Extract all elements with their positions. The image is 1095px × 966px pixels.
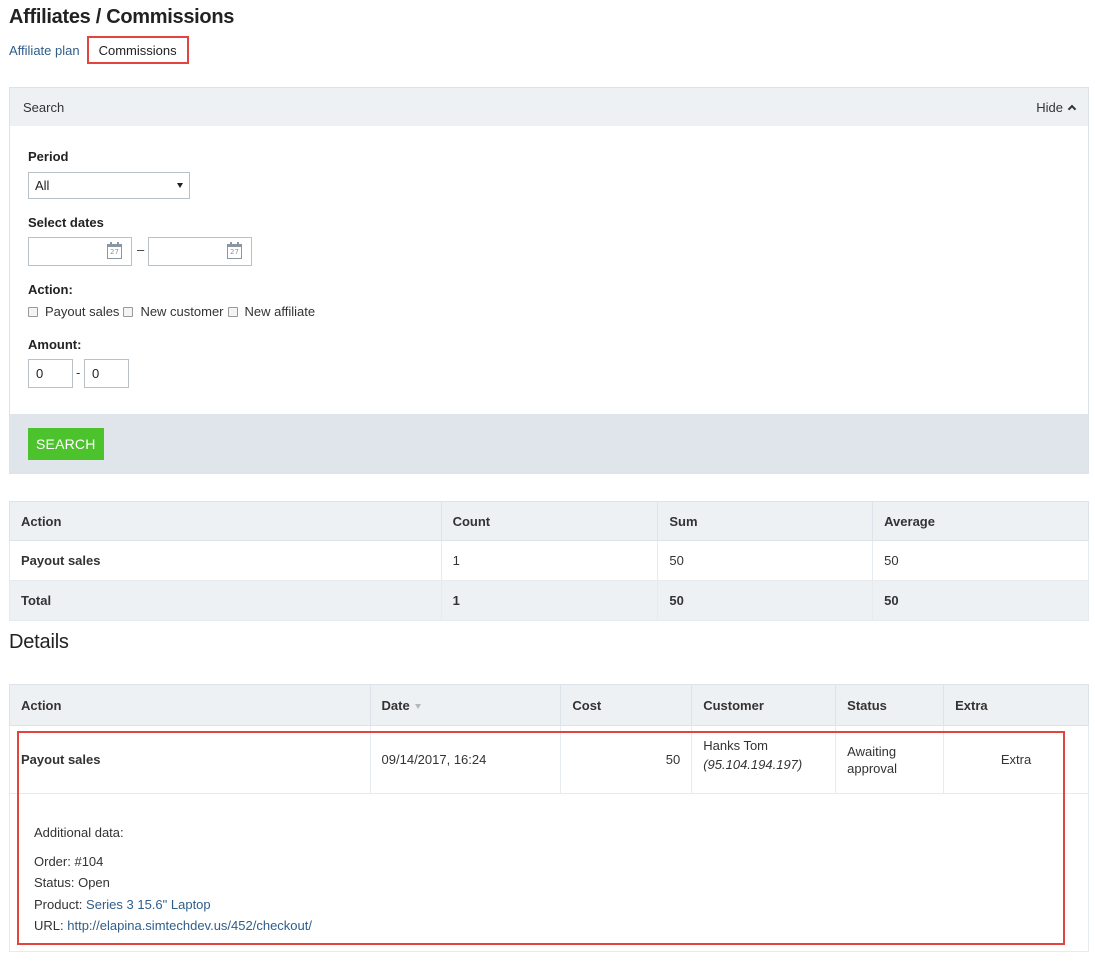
search-panel-header: Search Hide: [10, 88, 1088, 126]
tab-bar: Affiliate plan Commissions: [9, 36, 189, 64]
period-select[interactable]: All: [28, 172, 190, 199]
summary-count-cell: 1: [440, 540, 659, 581]
table-row: Payout sales 09/14/2017, 16:24 50 Hanks …: [9, 725, 1089, 794]
amount-separator: -: [76, 365, 81, 380]
column-header-cost: Cost: [560, 684, 693, 726]
date-from-input[interactable]: 27: [28, 237, 132, 266]
details-customer-cell: Hanks Tom (95.104.194.197): [691, 725, 837, 794]
summary-sum-cell: 50: [657, 540, 874, 581]
calendar-icon[interactable]: 27: [107, 242, 122, 259]
details-cost-cell: 50: [560, 725, 693, 794]
column-header-customer: Customer: [691, 684, 837, 726]
column-header-extra: Extra: [943, 684, 1089, 726]
search-button[interactable]: SEARCH: [28, 428, 104, 460]
tab-commissions[interactable]: Commissions: [86, 36, 189, 64]
hide-label: Hide: [1036, 99, 1063, 115]
hide-search-toggle[interactable]: Hide: [1036, 99, 1077, 115]
details-title: Details: [9, 631, 69, 653]
product-label: Product:: [34, 896, 83, 912]
payout-sales-label[interactable]: Payout sales: [45, 304, 119, 319]
period-select-value: All: [35, 178, 50, 193]
column-header-count: Count: [440, 501, 659, 541]
column-header-sum: Sum: [657, 501, 874, 541]
customer-ip: (95.104.194.197): [703, 757, 803, 772]
column-header-date[interactable]: Date: [369, 684, 562, 726]
search-panel: Search Hide Period All Select dates 27 –…: [9, 87, 1089, 474]
additional-data-title: Additional data:: [34, 825, 124, 840]
product-line: Product: Series 3 15.6" Laptop: [34, 894, 1088, 916]
new-affiliate-checkbox[interactable]: [227, 306, 238, 317]
amount-from-input[interactable]: 0: [28, 359, 73, 388]
period-label: Period: [28, 149, 69, 164]
amount-label: Amount:: [28, 337, 82, 352]
status-value: Open: [78, 875, 110, 890]
date-header-label: Date: [381, 697, 410, 713]
additional-data: Additional data: Order: #104 Status: Ope…: [10, 794, 1088, 951]
caret-down-icon: [177, 183, 183, 188]
url-line: URL: http://elapina.simtechdev.us/452/ch…: [34, 915, 1088, 937]
total-average-cell: 50: [872, 580, 1089, 621]
chevron-up-icon: [1067, 104, 1077, 114]
table-row: Payout sales 1 50 50: [9, 540, 1089, 581]
date-separator: –: [137, 242, 145, 257]
payout-sales-checkbox[interactable]: [28, 306, 38, 317]
url-link[interactable]: http://elapina.simtechdev.us/452/checkou…: [67, 918, 312, 933]
order-line: Order: #104: [34, 851, 1088, 873]
total-count-cell: 1: [440, 580, 659, 621]
product-link[interactable]: Series 3 15.6" Laptop: [86, 897, 211, 912]
tab-affiliate-plan[interactable]: Affiliate plan: [9, 43, 80, 58]
search-panel-title: Search: [23, 99, 65, 115]
calendar-icon[interactable]: 27: [227, 242, 242, 259]
extra-link[interactable]: Extra: [943, 725, 1089, 794]
date-to-input[interactable]: 27: [148, 237, 252, 266]
additional-data-cell: Additional data: Order: #104 Status: Ope…: [9, 793, 1089, 952]
select-dates-label: Select dates: [28, 215, 104, 230]
status-line: Status: Open: [34, 872, 1088, 894]
details-status-cell: Awaiting approval: [835, 725, 945, 794]
summary-table: Action Count Sum Average Payout sales 1 …: [9, 501, 1089, 621]
new-customer-label[interactable]: New customer: [140, 304, 223, 319]
customer-name: Hanks Tom: [703, 738, 769, 753]
amount-to-input[interactable]: 0: [84, 359, 129, 388]
details-header-row: Action Date Cost Customer Status Extra: [9, 684, 1089, 726]
column-header-action: Action: [9, 501, 442, 541]
order-label: Order:: [34, 853, 71, 869]
additional-data-row: Additional data: Order: #104 Status: Ope…: [9, 793, 1089, 952]
total-row: Total 1 50 50: [9, 580, 1089, 621]
column-header-action: Action: [9, 684, 371, 726]
total-label-cell: Total: [9, 580, 442, 621]
summary-header-row: Action Count Sum Average: [9, 501, 1089, 541]
new-affiliate-label[interactable]: New affiliate: [245, 304, 316, 319]
url-label: URL:: [34, 918, 64, 933]
new-customer-checkbox[interactable]: [123, 306, 134, 317]
column-header-average: Average: [872, 501, 1089, 541]
summary-action-cell: Payout sales: [9, 540, 442, 581]
details-table: Action Date Cost Customer Status Extra P…: [9, 684, 1089, 952]
search-footer: SEARCH: [10, 414, 1088, 473]
page-title: Affiliates / Commissions: [9, 6, 235, 28]
order-value: #104: [74, 853, 104, 869]
sort-desc-icon: [414, 703, 421, 709]
action-checkboxes: Payout sales New customer New affiliate: [28, 304, 319, 319]
summary-average-cell: 50: [872, 540, 1089, 581]
details-date-cell: 09/14/2017, 16:24: [369, 725, 562, 794]
action-label: Action:: [28, 282, 73, 297]
column-header-status: Status: [835, 684, 945, 726]
details-action-cell: Payout sales: [9, 725, 371, 794]
total-sum-cell: 50: [657, 580, 874, 621]
status-label: Status:: [34, 875, 75, 890]
